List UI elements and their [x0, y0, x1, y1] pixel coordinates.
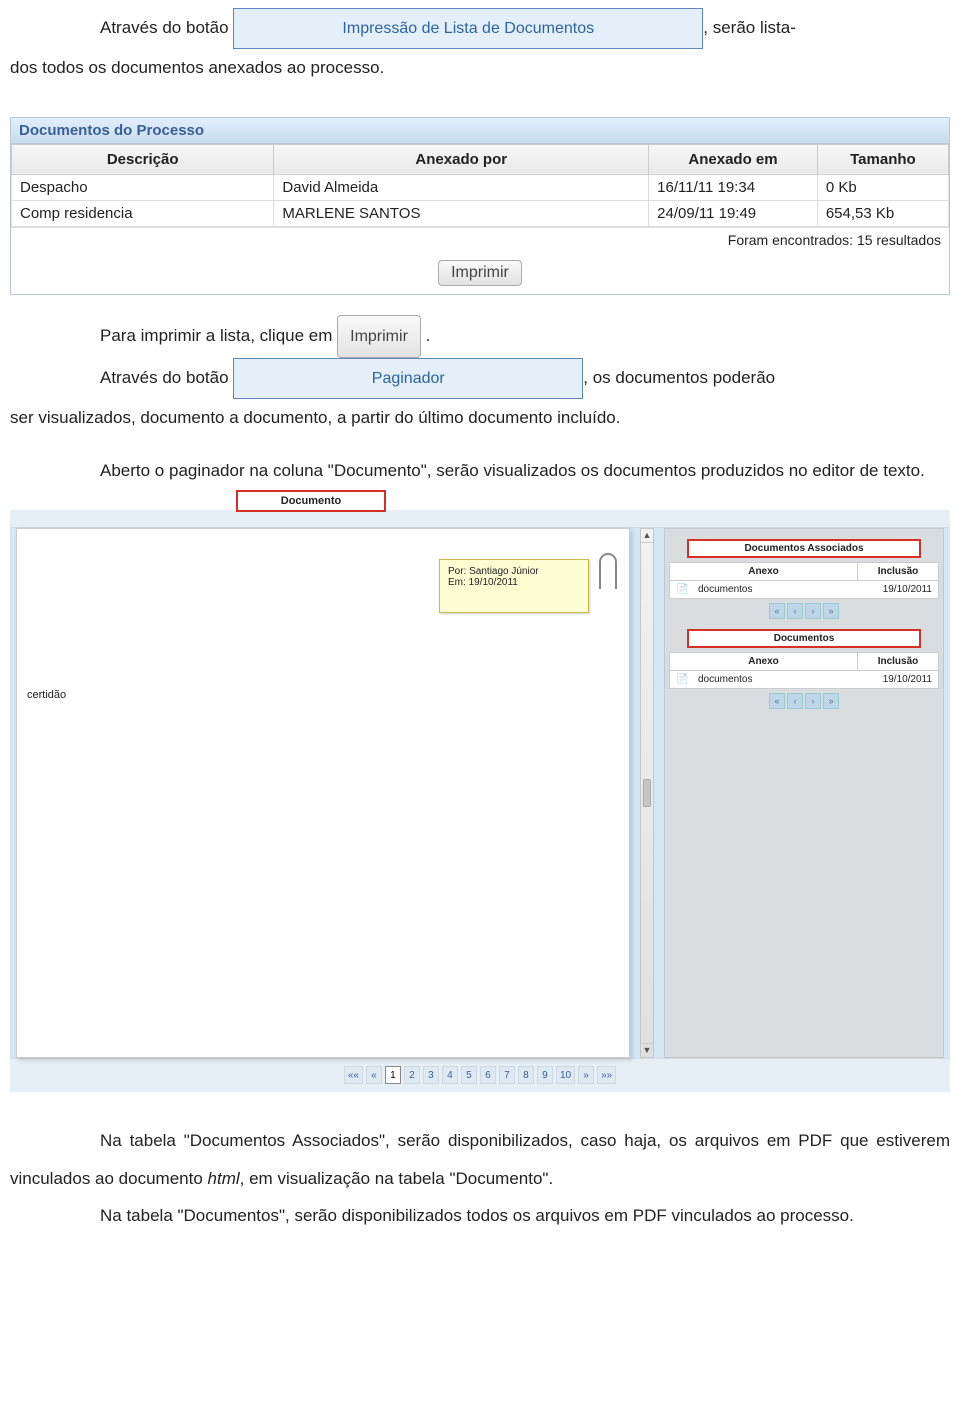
doc-text: certidão	[27, 689, 66, 701]
cell-por: David Almeida	[274, 174, 649, 200]
text: Na tabela "Documentos", serão disponibil…	[100, 1206, 854, 1225]
pager-btn[interactable]: 8	[518, 1066, 534, 1084]
document-viewer: Documento Por: Santiago Júnior Em: 19/10…	[10, 510, 950, 1093]
scroll-down-icon[interactable]: ▼	[641, 1043, 653, 1057]
table-row[interactable]: Comp residencia MARLENE SANTOS 24/09/11 …	[12, 200, 949, 226]
mini-name: documentos	[692, 671, 858, 688]
mini-row[interactable]: 📄 documentos 19/10/2011	[669, 581, 939, 599]
col-inclusao: Inclusão	[858, 653, 938, 670]
mini-pager: « ‹ › »	[669, 603, 939, 619]
pager-prev[interactable]: ‹	[787, 603, 803, 619]
results-count: Foram encontrados: 15 resultados	[11, 227, 949, 252]
viewer-topbar: Documento	[10, 510, 950, 528]
paragraph: Na tabela "Documentos", serão disponibil…	[10, 1197, 950, 1234]
paragraph: Na tabela "Documentos Associados", serão…	[10, 1122, 950, 1197]
document-page: Por: Santiago Júnior Em: 19/10/2011 cert…	[16, 528, 630, 1058]
pager-btn[interactable]: 2	[404, 1066, 420, 1084]
paragraph: dos todos os documentos anexados ao proc…	[10, 49, 950, 86]
col-anexo: Anexo	[670, 653, 858, 670]
pager-btn[interactable]: 9	[537, 1066, 553, 1084]
pager-next[interactable]: ›	[805, 603, 821, 619]
paragraph: Através do botão Impressão de Lista de D…	[10, 8, 950, 49]
pager-btn[interactable]: 3	[423, 1066, 439, 1084]
italic-text: html	[208, 1169, 240, 1188]
mini-date: 19/10/2011	[858, 581, 938, 598]
docs-header: Documentos	[687, 629, 921, 648]
mini-pager: « ‹ › »	[669, 693, 939, 709]
text: Através do botão	[100, 18, 229, 37]
cell-tam: 654,53 Kb	[817, 200, 948, 226]
paragraph: Através do botão Paginador, os documento…	[10, 358, 950, 399]
scrollbar[interactable]: ▲ ▼	[640, 528, 654, 1058]
side-panel: Documentos Associados Anexo Inclusão 📄 d…	[664, 528, 944, 1058]
pager-last[interactable]: »	[823, 603, 839, 619]
pager-btn[interactable]: 6	[480, 1066, 496, 1084]
col-inclusao: Inclusão	[858, 563, 938, 580]
print-list-button[interactable]: Impressão de Lista de Documentos	[233, 8, 703, 49]
associated-docs-header: Documentos Associados	[687, 539, 921, 558]
pager-btn[interactable]: 7	[499, 1066, 515, 1084]
table-row[interactable]: Despacho David Almeida 16/11/11 19:34 0 …	[12, 174, 949, 200]
cell-tam: 0 Kb	[817, 174, 948, 200]
paragraph: ser visualizados, documento a documento,…	[10, 399, 950, 436]
cell-descricao: Despacho	[12, 174, 274, 200]
mini-header-row: Anexo Inclusão	[669, 562, 939, 581]
col-descricao: Descrição	[12, 144, 274, 174]
cell-por: MARLENE SANTOS	[274, 200, 649, 226]
scroll-thumb[interactable]	[643, 779, 651, 807]
col-anexo: Anexo	[670, 563, 858, 580]
pager-btn[interactable]: «	[366, 1066, 382, 1084]
pager-first[interactable]: «	[769, 603, 785, 619]
pager-current[interactable]: 1	[385, 1066, 401, 1084]
cell-descricao: Comp residencia	[12, 200, 274, 226]
pager-btn[interactable]: 10	[556, 1066, 575, 1084]
text: , serão lista-	[703, 18, 796, 37]
sticky-em: Em: 19/10/2011	[448, 577, 580, 588]
pager-next[interactable]: ›	[805, 693, 821, 709]
paragraph: Para imprimir a lista, clique em Imprimi…	[10, 315, 950, 358]
documents-panel: Documentos do Processo Descrição Anexado…	[10, 117, 950, 295]
text: Através do botão	[100, 368, 233, 387]
print-button-inline[interactable]: Imprimir	[337, 315, 421, 358]
pager-btn[interactable]: 5	[461, 1066, 477, 1084]
paragraph: Aberto o paginador na coluna "Documento"…	[10, 452, 950, 489]
mini-header-row: Anexo Inclusão	[669, 652, 939, 671]
pager-first[interactable]: «	[769, 693, 785, 709]
mini-row[interactable]: 📄 documentos 19/10/2011	[669, 671, 939, 689]
paginador-button[interactable]: Paginador	[233, 358, 583, 399]
pager-btn[interactable]: 4	[442, 1066, 458, 1084]
text: , os documentos poderão	[583, 368, 775, 387]
text: .	[426, 326, 431, 345]
scroll-up-icon[interactable]: ▲	[641, 529, 653, 543]
col-anexadopor: Anexado por	[274, 144, 649, 174]
paperclip-icon	[599, 553, 617, 589]
col-anexadoem: Anexado em	[649, 144, 818, 174]
mini-date: 19/10/2011	[858, 671, 938, 688]
sticky-por: Por: Santiago Júnior	[448, 566, 580, 577]
cell-em: 24/09/11 19:49	[649, 200, 818, 226]
text: Para imprimir a lista, clique em	[100, 326, 337, 345]
documents-table: Descrição Anexado por Anexado em Tamanho…	[11, 144, 949, 227]
pager-btn[interactable]: »	[578, 1066, 594, 1084]
viewer-pager: «« « 1 2 3 4 5 6 7 8 9 10 » »»	[10, 1058, 950, 1093]
tab-documento[interactable]: Documento	[236, 490, 386, 512]
pdf-icon: 📄	[670, 581, 692, 598]
text: , em visualização na tabela "Documento".	[240, 1169, 554, 1188]
panel-title: Documentos do Processo	[11, 118, 949, 144]
mini-name: documentos	[692, 581, 858, 598]
pager-last[interactable]: »	[823, 693, 839, 709]
pager-prev[interactable]: ‹	[787, 693, 803, 709]
print-button[interactable]: Imprimir	[438, 260, 522, 286]
sticky-note: Por: Santiago Júnior Em: 19/10/2011	[439, 559, 589, 613]
col-tamanho: Tamanho	[817, 144, 948, 174]
text: Aberto o paginador na coluna "Documento"…	[100, 461, 925, 480]
pager-btn[interactable]: ««	[344, 1066, 363, 1084]
cell-em: 16/11/11 19:34	[649, 174, 818, 200]
pdf-icon: 📄	[670, 671, 692, 688]
pager-btn[interactable]: »»	[597, 1066, 616, 1084]
